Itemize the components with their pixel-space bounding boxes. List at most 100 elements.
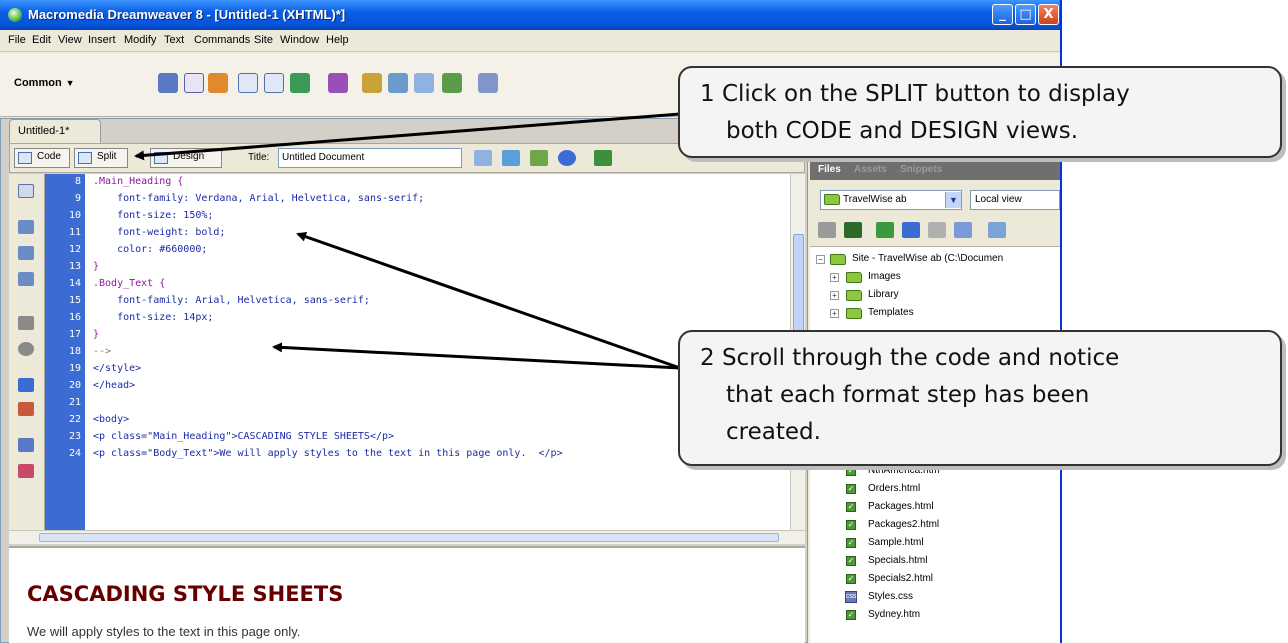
balance-braces-icon[interactable] bbox=[18, 342, 34, 356]
file-management-icon[interactable] bbox=[474, 150, 492, 166]
collapse-tag-icon[interactable] bbox=[18, 220, 34, 234]
email-link-icon[interactable] bbox=[184, 73, 204, 93]
connect-icon[interactable] bbox=[818, 222, 836, 238]
server-side-include-icon[interactable] bbox=[388, 73, 408, 93]
design-view[interactable]: CASCADING STYLE SHEETS We will apply sty… bbox=[9, 546, 805, 643]
hyperlink-icon[interactable] bbox=[158, 73, 178, 93]
line-number: 17 bbox=[68, 329, 81, 340]
site-folder-icon bbox=[824, 194, 840, 205]
named-anchor-icon[interactable] bbox=[208, 73, 228, 93]
line-number-gutter: 8 9 10 11 12 13 14 15 16 17 18 19 20 21 … bbox=[45, 174, 85, 530]
design-view-button[interactable]: Design bbox=[150, 148, 222, 168]
maximize-button[interactable]: □ bbox=[1015, 4, 1036, 25]
highlight-invalid-icon[interactable] bbox=[18, 402, 34, 416]
collapse-icon[interactable]: − bbox=[816, 255, 825, 264]
line-numbers-icon[interactable] bbox=[18, 378, 34, 392]
tab-snippets[interactable]: Snippets bbox=[900, 164, 942, 175]
code-line: font-size: 150%; bbox=[93, 210, 214, 221]
insert-category-label: Common bbox=[14, 77, 62, 89]
apply-comment-icon[interactable] bbox=[18, 438, 34, 452]
view-options-icon[interactable] bbox=[558, 150, 576, 166]
view-select[interactable]: Local view bbox=[970, 190, 1060, 210]
refresh-design-icon[interactable] bbox=[530, 150, 548, 166]
code-line: .Body_Text { bbox=[93, 278, 166, 289]
check-in-icon[interactable] bbox=[954, 222, 972, 238]
tree-file-label: Packages2.html bbox=[868, 519, 940, 530]
insert-category-menu[interactable]: Common ▼ bbox=[14, 77, 75, 89]
expand-all-icon[interactable] bbox=[18, 272, 34, 286]
code-line: </head> bbox=[93, 380, 136, 391]
expand-icon[interactable]: + bbox=[830, 273, 839, 282]
menu-site[interactable]: Site bbox=[254, 34, 273, 46]
checked-file-icon: ✓ bbox=[846, 610, 856, 620]
layer-icon[interactable] bbox=[264, 73, 284, 93]
open-documents-icon[interactable] bbox=[18, 184, 34, 198]
split-view-button[interactable]: Split bbox=[74, 148, 128, 168]
menu-modify[interactable]: Modify bbox=[124, 34, 156, 46]
scrollbar-thumb[interactable] bbox=[39, 533, 779, 542]
code-view-label: Code bbox=[37, 151, 61, 162]
get-files-icon[interactable] bbox=[876, 222, 894, 238]
code-line: <p class="Main_Heading">CASCADING STYLE … bbox=[93, 431, 395, 442]
comment-icon[interactable] bbox=[414, 73, 434, 93]
menu-text[interactable]: Text bbox=[164, 34, 184, 46]
refresh-icon[interactable] bbox=[844, 222, 862, 238]
select-parent-tag-icon[interactable] bbox=[18, 316, 34, 330]
expand-icon[interactable]: + bbox=[830, 291, 839, 300]
line-number: 10 bbox=[68, 210, 81, 221]
remove-comment-icon[interactable] bbox=[18, 464, 34, 478]
check-out-icon[interactable] bbox=[928, 222, 946, 238]
put-files-icon[interactable] bbox=[902, 222, 920, 238]
code-line: <p class="Body_Text">We will apply style… bbox=[93, 448, 563, 459]
date-icon[interactable] bbox=[362, 73, 382, 93]
refresh-icon[interactable] bbox=[594, 150, 612, 166]
close-button[interactable]: X bbox=[1038, 4, 1059, 25]
line-number: 8 bbox=[74, 176, 81, 187]
line-number: 21 bbox=[68, 397, 81, 408]
line-number: 15 bbox=[68, 295, 81, 306]
menu-file[interactable]: File bbox=[8, 34, 26, 46]
document-tab[interactable]: Untitled-1* bbox=[9, 119, 101, 143]
tree-file-label: NthAmerica.htm bbox=[868, 465, 940, 476]
media-icon[interactable] bbox=[328, 73, 348, 93]
design-body-text: We will apply styles to the text in this… bbox=[27, 624, 301, 639]
code-line: </style> bbox=[93, 363, 142, 374]
minimize-icon: _ bbox=[999, 7, 1006, 22]
line-number: 11 bbox=[68, 227, 81, 238]
folder-icon bbox=[830, 254, 846, 265]
expand-panel-icon[interactable] bbox=[988, 222, 1006, 238]
document-title-input[interactable]: Untitled Document bbox=[278, 148, 462, 168]
menu-edit[interactable]: Edit bbox=[32, 34, 51, 46]
code-line: } bbox=[93, 329, 100, 340]
code-horizontal-scrollbar[interactable] bbox=[9, 530, 805, 544]
code-view-button[interactable]: Code bbox=[14, 148, 70, 168]
tag-chooser-icon[interactable] bbox=[478, 73, 498, 93]
line-number: 9 bbox=[74, 193, 81, 204]
templates-icon[interactable] bbox=[442, 73, 462, 93]
title-label: Title: bbox=[248, 152, 270, 163]
menu-view[interactable]: View bbox=[58, 34, 82, 46]
preview-browser-icon[interactable] bbox=[502, 150, 520, 166]
checked-file-icon: ✓ bbox=[846, 556, 856, 566]
images-icon[interactable] bbox=[290, 73, 310, 93]
tab-files[interactable]: Files bbox=[818, 164, 841, 175]
table-icon[interactable] bbox=[238, 73, 258, 93]
collapse-selection-icon[interactable] bbox=[18, 246, 34, 260]
tree-file-label: Sydney.htm bbox=[868, 609, 921, 620]
callout-1-line-1: 1 Click on the SPLIT button to display bbox=[700, 81, 1130, 107]
chevron-down-icon: ▼ bbox=[65, 78, 75, 88]
tree-folder-label: Templates bbox=[868, 307, 914, 318]
menu-help[interactable]: Help bbox=[326, 34, 349, 46]
design-view-icon bbox=[154, 152, 168, 164]
minimize-button[interactable]: _ bbox=[992, 4, 1013, 25]
tree-root-label: Site - TravelWise ab (C:\Documen bbox=[852, 253, 1004, 264]
menu-window[interactable]: Window bbox=[280, 34, 319, 46]
checked-file-icon: ✓ bbox=[846, 574, 856, 584]
tab-assets[interactable]: Assets bbox=[854, 164, 887, 175]
tree-file-label: Sample.html bbox=[868, 537, 924, 548]
site-select[interactable]: TravelWise ab ▼ bbox=[820, 190, 962, 210]
code-line: font-size: 14px; bbox=[93, 312, 214, 323]
menu-commands[interactable]: Commands bbox=[194, 34, 250, 46]
menu-insert[interactable]: Insert bbox=[88, 34, 116, 46]
expand-icon[interactable]: + bbox=[830, 309, 839, 318]
